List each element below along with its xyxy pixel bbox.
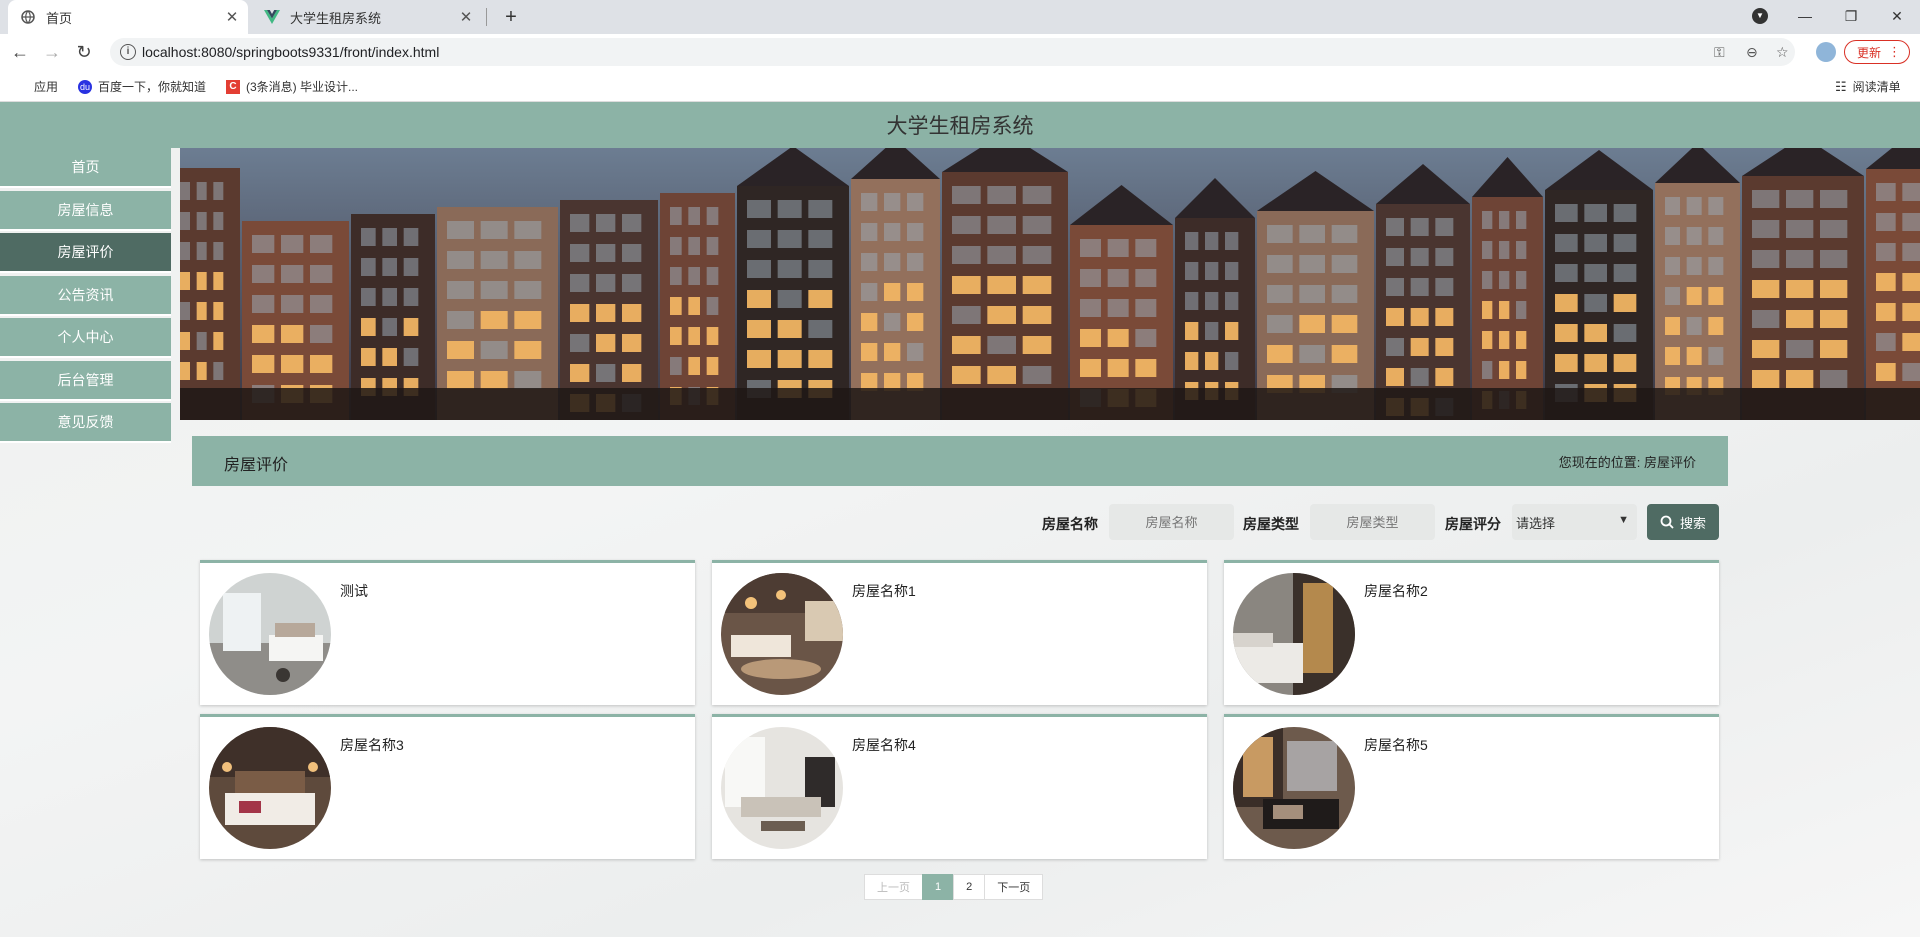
prev-page-button[interactable]: 上一页 — [864, 874, 923, 900]
page-2-button[interactable]: 2 — [953, 874, 986, 900]
breadcrumb: 您现在的位置: 房屋评价 — [1559, 452, 1696, 471]
csdn-icon: C — [226, 79, 240, 94]
key-icon[interactable]: ⚿ — [1714, 44, 1725, 61]
restore-button[interactable]: ❐ — [1828, 0, 1874, 32]
close-tab-icon[interactable]: ✕ — [456, 8, 476, 26]
next-page-button[interactable]: 下一页 — [984, 874, 1044, 900]
baidu-icon: du — [78, 79, 92, 94]
tab-search-icon[interactable]: ▼ — [1752, 8, 1768, 24]
close-window-button[interactable]: ✕ — [1874, 0, 1920, 32]
nav-item-feedback[interactable]: 意见反馈 — [0, 403, 171, 443]
house-card[interactable]: 房屋名称2 — [1224, 560, 1719, 705]
tab-title: 首页 — [46, 10, 73, 26]
back-arrow-icon[interactable]: ← — [8, 40, 32, 64]
search-icon — [1660, 515, 1674, 529]
nav-item-house-review[interactable]: 房屋评价 — [0, 233, 171, 273]
nav-item-home[interactable]: 首页 — [0, 148, 171, 188]
apps-grid-icon — [14, 80, 28, 94]
reading-list-icon: ☷ — [1835, 78, 1847, 94]
nav-item-news[interactable]: 公告资讯 — [0, 275, 171, 316]
bookmark-baidu[interactable]: du 百度一下，你就知道 — [78, 78, 206, 95]
house-card[interactable]: 房屋名称3 — [200, 714, 695, 859]
bookmark-label: 百度一下，你就知道 — [98, 80, 207, 94]
house-name[interactable]: 房屋名称1 — [852, 581, 916, 601]
house-card[interactable]: 房屋名称5 — [1224, 714, 1719, 859]
bookmark-csdn[interactable]: C (3条消息) 毕业设计... — [226, 78, 358, 95]
house-card[interactable]: 房屋名称1 — [712, 560, 1207, 705]
house-photo[interactable] — [1233, 727, 1355, 849]
house-card[interactable]: 房屋名称4 — [712, 714, 1207, 859]
nav-item-admin[interactable]: 后台管理 — [0, 360, 171, 401]
browser-tab-system[interactable]: 大学生租房系统 ✕ — [252, 0, 482, 34]
location-value[interactable]: 房屋评价 — [1644, 455, 1696, 470]
house-score-select[interactable]: 请选择 ▼ — [1512, 504, 1637, 540]
pagination: 上一页 1 2 下一页 — [864, 874, 1044, 902]
bookmarks-bar: 应用 du 百度一下，你就知道 C (3条消息) 毕业设计... ☷ 阅读清单 — [0, 70, 1920, 102]
new-tab-button[interactable]: + — [498, 4, 524, 30]
nav-item-profile[interactable]: 个人中心 — [0, 318, 171, 358]
house-type-label: 房屋类型 — [1243, 516, 1299, 532]
zoom-icon[interactable]: ⊖ — [1746, 44, 1758, 61]
chevron-down-icon: ▼ — [1618, 514, 1629, 526]
update-label: 更新 — [1857, 45, 1882, 60]
browser-tab-home[interactable]: 首页 ✕ — [8, 0, 248, 34]
nav-item-house-info[interactable]: 房屋信息 — [0, 190, 171, 231]
profile-avatar[interactable] — [1816, 42, 1836, 62]
page-body: 大学生租房系统 首页 房屋信息 房屋评价 公告资讯 个人中心 后台管理 意见反馈… — [0, 102, 1920, 937]
minimize-button[interactable]: — — [1782, 0, 1828, 32]
globe-icon — [20, 9, 36, 25]
tab-title: 大学生租房系统 — [290, 10, 382, 26]
section-title: 房屋评价 — [224, 457, 289, 474]
house-name[interactable]: 房屋名称3 — [340, 735, 404, 755]
address-bar[interactable]: i localhost:8080/springboots9331/front/i… — [110, 38, 1795, 66]
browser-toolbar: ← → ↻ i localhost:8080/springboots9331/f… — [0, 34, 1920, 70]
location-label: 您现在的位置: — [1558, 455, 1641, 470]
house-photo[interactable] — [209, 727, 331, 849]
house-name-input[interactable] — [1109, 504, 1234, 540]
score-selected-value: 请选择 — [1516, 515, 1556, 531]
vue-icon — [264, 9, 280, 25]
house-type-input[interactable] — [1310, 504, 1435, 540]
townhouse-skyline — [180, 148, 1920, 420]
reload-icon[interactable]: ↻ — [72, 40, 96, 64]
bookmark-label: (3条消息) 毕业设计... — [246, 80, 359, 94]
tab-divider — [486, 8, 487, 26]
site-title: 大学生租房系统 — [0, 102, 1920, 148]
close-tab-icon[interactable]: ✕ — [222, 8, 242, 26]
house-photo[interactable] — [721, 727, 843, 849]
house-name[interactable]: 房屋名称2 — [1364, 581, 1428, 601]
site-info-icon[interactable]: i — [120, 44, 136, 60]
url-text[interactable]: localhost:8080/springboots9331/front/ind… — [142, 44, 439, 60]
house-name[interactable]: 房屋名称5 — [1364, 735, 1428, 755]
search-button[interactable]: 搜索 — [1647, 504, 1719, 540]
house-name[interactable]: 测试 — [340, 581, 368, 601]
house-photo[interactable] — [209, 573, 331, 695]
reading-list-label: 阅读清单 — [1852, 80, 1901, 94]
side-nav: 首页 房屋信息 房屋评价 公告资讯 个人中心 后台管理 意见反馈 — [0, 148, 171, 446]
star-icon[interactable]: ☆ — [1776, 44, 1789, 61]
reading-list[interactable]: ☷ 阅读清单 — [1835, 78, 1901, 95]
hero-banner-image — [180, 148, 1920, 420]
breadcrumb-bar: 房屋评价 您现在的位置: 房屋评价 — [192, 436, 1728, 486]
house-photo[interactable] — [721, 573, 843, 695]
house-name-label: 房屋名称 — [1042, 516, 1098, 532]
search-label: 搜索 — [1679, 515, 1706, 531]
bookmark-apps[interactable]: 应用 — [14, 78, 58, 95]
bookmark-label: 应用 — [34, 80, 59, 94]
forward-arrow-icon[interactable]: → — [40, 40, 64, 64]
house-card[interactable]: 测试 — [200, 560, 695, 705]
house-photo[interactable] — [1233, 573, 1355, 695]
browser-tabstrip: 首页 ✕ 大学生租房系统 ✕ + ▼ — ❐ ✕ — [0, 0, 1920, 34]
house-name[interactable]: 房屋名称4 — [852, 735, 916, 755]
menu-dots-icon: ⋮ — [1888, 44, 1901, 59]
page-1-button[interactable]: 1 — [922, 874, 955, 900]
update-button[interactable]: 更新 ⋮ — [1844, 40, 1910, 64]
house-score-label: 房屋评分 — [1445, 516, 1501, 532]
